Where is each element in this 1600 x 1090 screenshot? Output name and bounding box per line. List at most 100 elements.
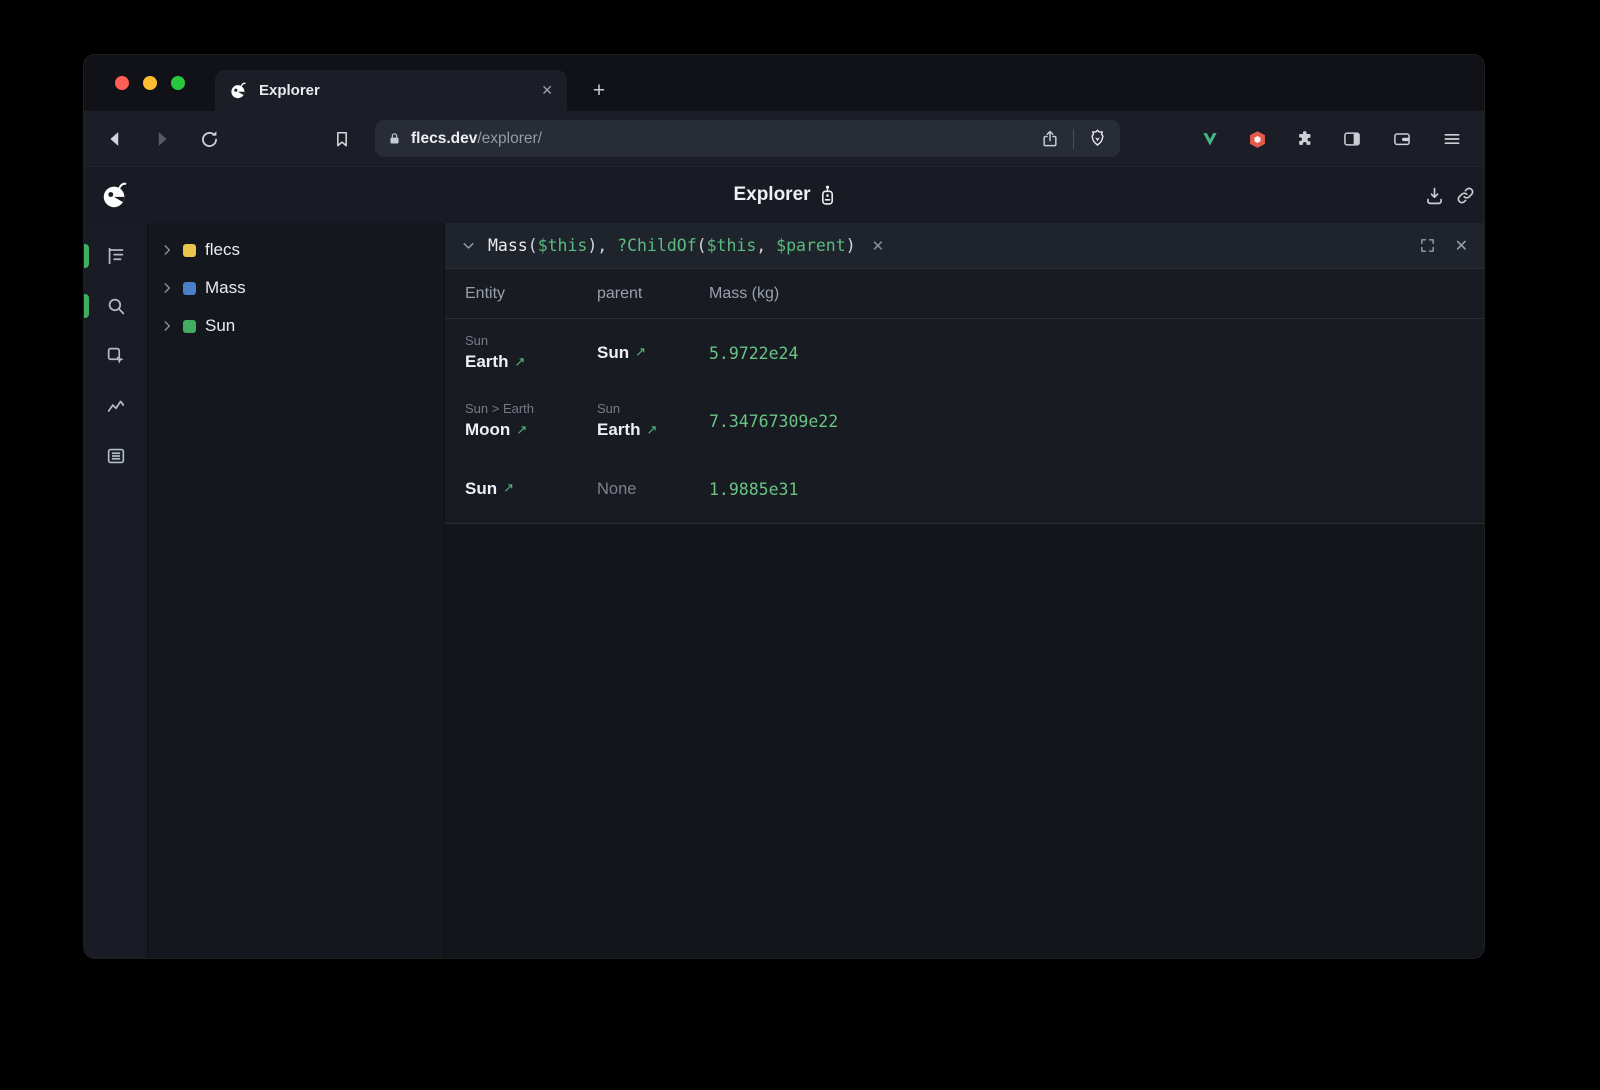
tab-strip: Explorer ✕ + bbox=[84, 55, 1484, 111]
column-header-mass: Mass (kg) bbox=[709, 285, 1484, 303]
results-table: Entity parent Mass (kg) Sun Earth ↗ Sun … bbox=[445, 269, 1484, 524]
query-token: , bbox=[756, 236, 776, 255]
entity-color-swatch bbox=[183, 320, 196, 333]
close-window-button[interactable] bbox=[115, 76, 129, 90]
app-title-text: Explorer bbox=[733, 184, 810, 206]
entity-tree-tool-icon[interactable] bbox=[99, 239, 133, 273]
toolbar-divider bbox=[1073, 129, 1074, 149]
query-header: Mass($this), ?ChildOf($this, $parent) ✕ … bbox=[445, 223, 1484, 269]
query-search-tool-icon[interactable] bbox=[99, 289, 133, 323]
results-body: Sun Earth ↗ Sun ↗ 5.9722e24 Sun > Earth … bbox=[445, 319, 1484, 523]
commands-list-tool-icon[interactable] bbox=[99, 439, 133, 473]
table-row[interactable]: Sun Earth ↗ Sun ↗ 5.9722e24 bbox=[445, 319, 1484, 387]
entity-color-swatch bbox=[183, 282, 196, 295]
query-token: ?ChildOf bbox=[617, 236, 696, 255]
query-token: ( bbox=[528, 236, 538, 255]
fullscreen-icon[interactable] bbox=[1419, 237, 1436, 254]
wallet-icon[interactable] bbox=[1387, 124, 1417, 154]
stats-chart-tool-icon[interactable] bbox=[99, 389, 133, 423]
results-header: Entity parent Mass (kg) bbox=[445, 269, 1484, 319]
flecs-favicon-icon bbox=[229, 81, 248, 100]
tree-item-label: Mass bbox=[205, 278, 246, 298]
sidebar-toggle-icon[interactable] bbox=[1337, 124, 1367, 154]
traffic-lights bbox=[115, 55, 185, 111]
chevron-right-icon[interactable] bbox=[160, 281, 174, 295]
tool-sidebar bbox=[84, 223, 148, 958]
query-clear-icon[interactable]: ✕ bbox=[872, 237, 885, 255]
query-close-icon[interactable]: ✕ bbox=[1455, 236, 1468, 256]
mass-value: 7.34767309e22 bbox=[709, 412, 1484, 431]
parent-cell: Sun ↗ bbox=[597, 342, 709, 365]
url-domain: flecs.dev bbox=[411, 130, 477, 147]
bookmark-icon[interactable] bbox=[327, 124, 357, 154]
external-link-icon[interactable]: ↗ bbox=[635, 343, 646, 361]
query-token: ( bbox=[697, 236, 707, 255]
query-token: $this bbox=[538, 236, 588, 255]
parent-link: None bbox=[597, 478, 636, 500]
url-text: flecs.dev/explorer/ bbox=[411, 130, 542, 148]
menu-icon[interactable] bbox=[1437, 124, 1467, 154]
forward-button[interactable] bbox=[147, 124, 177, 154]
parent-cell: None bbox=[597, 478, 709, 500]
extensions-puzzle-icon[interactable] bbox=[1290, 124, 1320, 154]
tree-item[interactable]: flecs bbox=[148, 231, 444, 269]
query-expression[interactable]: Mass($this), ?ChildOf($this, $parent) bbox=[488, 236, 856, 255]
parent-path: Sun bbox=[597, 400, 709, 418]
entity-cell: Sun ↗ bbox=[465, 478, 597, 501]
chevron-down-icon[interactable] bbox=[461, 238, 476, 253]
chevron-right-icon[interactable] bbox=[160, 319, 174, 333]
browser-tab[interactable]: Explorer ✕ bbox=[215, 70, 567, 111]
tree-item-label: flecs bbox=[205, 240, 240, 260]
entity-link[interactable]: Sun bbox=[465, 478, 497, 501]
inspector-tool-icon[interactable] bbox=[99, 339, 133, 373]
maximize-window-button[interactable] bbox=[171, 76, 185, 90]
query-empty-area bbox=[445, 524, 1484, 958]
tab-close-icon[interactable]: ✕ bbox=[541, 82, 553, 99]
query-token: , bbox=[597, 236, 617, 255]
entity-tree: flecs Mass Sun bbox=[148, 223, 445, 958]
entity-path: Sun bbox=[465, 332, 597, 350]
browser-toolbar: flecs.dev/explorer/ bbox=[84, 111, 1484, 166]
tree-item[interactable]: Sun bbox=[148, 307, 444, 345]
new-tab-button[interactable]: + bbox=[585, 77, 613, 105]
remote-icon bbox=[820, 185, 835, 206]
column-header-parent: parent bbox=[597, 285, 709, 303]
external-link-icon[interactable]: ↗ bbox=[646, 421, 657, 439]
brave-shields-icon[interactable] bbox=[1087, 128, 1108, 149]
query-panel-active-indicator bbox=[84, 294, 89, 318]
external-link-icon[interactable]: ↗ bbox=[516, 421, 527, 439]
share-icon[interactable] bbox=[1040, 129, 1060, 149]
reload-button[interactable] bbox=[194, 124, 224, 154]
tree-item-label: Sun bbox=[205, 316, 235, 336]
external-link-icon[interactable]: ↗ bbox=[514, 353, 525, 371]
share-link-icon[interactable] bbox=[1451, 181, 1479, 209]
external-link-icon[interactable]: ↗ bbox=[503, 479, 514, 497]
tree-panel-active-indicator bbox=[84, 244, 89, 268]
minimize-window-button[interactable] bbox=[143, 76, 157, 90]
vue-devtools-extension-icon[interactable] bbox=[1195, 124, 1225, 154]
entity-cell: Sun > Earth Moon ↗ bbox=[465, 400, 597, 442]
tab-title: Explorer bbox=[259, 82, 320, 99]
table-row[interactable]: Sun > Earth Moon ↗ Sun Earth ↗ 7.3476730… bbox=[445, 387, 1484, 455]
lock-icon bbox=[387, 131, 402, 146]
parent-link[interactable]: Sun bbox=[597, 342, 629, 365]
browser-window: Explorer ✕ + bbox=[84, 55, 1484, 958]
query-panel: Mass($this), ?ChildOf($this, $parent) ✕ … bbox=[445, 223, 1484, 958]
table-row[interactable]: Sun ↗ None 1.9885e31 bbox=[445, 455, 1484, 523]
parent-cell: Sun Earth ↗ bbox=[597, 400, 709, 442]
back-button[interactable] bbox=[100, 124, 130, 154]
tree-item[interactable]: Mass bbox=[148, 269, 444, 307]
query-token: ) bbox=[846, 236, 856, 255]
entity-link[interactable]: Earth bbox=[465, 351, 508, 374]
download-icon[interactable] bbox=[1420, 181, 1448, 209]
app-content: flecs Mass Sun Mass($this), ?ChildOf($th… bbox=[84, 223, 1484, 958]
parent-link[interactable]: Earth bbox=[597, 419, 640, 442]
entity-link[interactable]: Moon bbox=[465, 419, 510, 442]
column-header-entity: Entity bbox=[465, 285, 597, 303]
hexagon-extension-icon[interactable] bbox=[1242, 124, 1272, 154]
chevron-right-icon[interactable] bbox=[160, 243, 174, 257]
query-token: $parent bbox=[776, 236, 846, 255]
query-token: $this bbox=[707, 236, 757, 255]
app-header: Explorer bbox=[84, 166, 1484, 223]
address-bar[interactable]: flecs.dev/explorer/ bbox=[375, 120, 1120, 157]
